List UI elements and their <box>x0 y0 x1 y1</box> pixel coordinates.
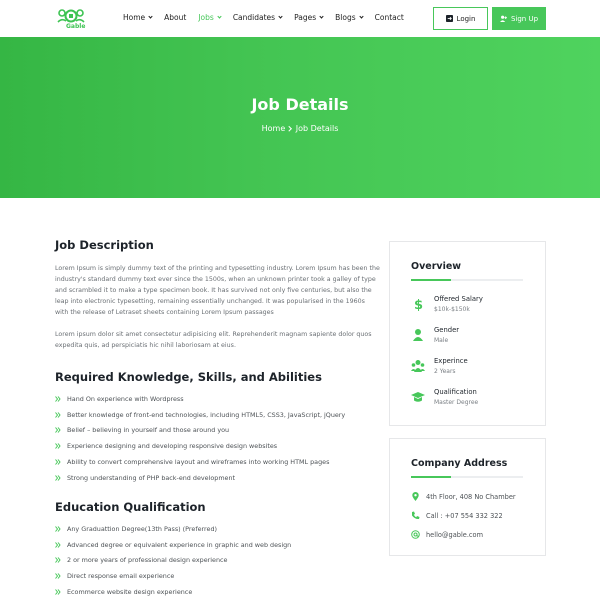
svg-text:$: $ <box>414 298 423 311</box>
list-item: Ability to convert comprehensive layout … <box>55 454 385 470</box>
menu-item-pages[interactable]: Pages <box>294 13 324 22</box>
company-address-heading: Company Address <box>411 458 508 469</box>
job-description-paragraph: Lorem ipsum dolor sit amet consectetur a… <box>55 331 372 349</box>
login-button[interactable]: Login <box>433 7 488 30</box>
logo-text: Gable <box>66 23 86 30</box>
overview-item-salary: $ Offered Salary $10k-$150k <box>411 295 531 319</box>
heading-underline <box>411 476 523 478</box>
page-banner: Job Details Home Job Details <box>0 37 600 198</box>
experience-icon <box>411 360 425 372</box>
list-item: Any Graduattion Degree(13th Pass) (Prefe… <box>55 521 385 537</box>
menu-item-contact[interactable]: Contact <box>375 13 404 22</box>
job-description-heading: Job Description <box>55 238 154 252</box>
overview-card: Overview $ Offered Salary $10k-$150k Gen… <box>389 241 546 426</box>
double-chevron-right-icon <box>55 411 61 418</box>
double-chevron-right-icon <box>55 459 61 465</box>
knowledge-heading: Required Knowledge, Skills, and Abilitie… <box>55 370 322 384</box>
chevron-down-icon <box>278 14 283 19</box>
company-address-card: Company Address 4th Floor, 408 No Chambe… <box>389 438 546 556</box>
list-item: Experience designing and developing resp… <box>55 438 385 454</box>
double-chevron-right-icon <box>55 541 61 548</box>
double-chevron-right-icon <box>55 427 61 434</box>
list-item: Belief – believing in yourself and those… <box>55 423 385 439</box>
list-item: Advanced degree or equivalent experience… <box>55 537 385 553</box>
main-menu: Home About Jobs Candidates Pages Blogs C… <box>123 13 404 22</box>
double-chevron-right-icon <box>55 443 61 450</box>
double-chevron-right-icon <box>55 475 61 481</box>
list-item: Direct response email experience <box>55 568 385 584</box>
gender-icon <box>413 329 423 341</box>
chevron-down-icon <box>217 14 222 19</box>
location-pin-icon <box>412 492 419 501</box>
breadcrumb-home-link[interactable]: Home <box>262 124 286 133</box>
address-location: 4th Floor, 408 No Chamber <box>411 492 516 501</box>
list-item: 2 or more years of professional design e… <box>55 553 385 569</box>
knowledge-list: Hand On experience with Wordpress Better… <box>55 391 385 486</box>
list-item: Better knowledge of front-end technologi… <box>55 407 385 423</box>
list-item: Ecommerce website design experience <box>55 584 385 600</box>
overview-heading: Overview <box>411 261 462 272</box>
double-chevron-right-icon <box>55 526 61 532</box>
overview-item-gender: Gender Male <box>411 326 531 350</box>
dollar-icon: $ <box>414 298 423 311</box>
login-icon <box>445 15 453 22</box>
double-chevron-right-icon <box>55 396 61 402</box>
menu-item-blogs[interactable]: Blogs <box>335 13 364 22</box>
double-chevron-right-icon <box>55 557 61 564</box>
phone-icon <box>412 511 420 520</box>
double-chevron-right-icon <box>55 573 61 580</box>
address-email[interactable]: hello@gable.com <box>411 530 483 539</box>
page-title: Job Details <box>251 95 349 114</box>
chevron-down-icon <box>319 14 324 19</box>
list-item: Strong understanding of PHP back-end dev… <box>55 470 385 486</box>
education-list: Any Graduattion Degree(13th Pass) (Prefe… <box>55 521 385 600</box>
double-chevron-right-icon <box>55 589 61 595</box>
signup-button[interactable]: Sign Up <box>492 7 546 30</box>
menu-item-home[interactable]: Home <box>123 13 153 22</box>
at-sign-icon <box>411 530 420 539</box>
user-plus-icon <box>499 15 507 22</box>
education-heading: Education Qualification <box>55 500 206 514</box>
heading-underline <box>411 279 523 281</box>
address-phone[interactable]: Call : +07 554 332 322 <box>411 511 503 520</box>
graduation-cap-icon <box>411 392 425 402</box>
chevron-down-icon <box>359 14 364 19</box>
menu-item-about[interactable]: About <box>164 13 186 22</box>
list-item: Hand On experience with Wordpress <box>55 391 385 407</box>
overview-item-experience: Experince 2 Years <box>411 357 531 381</box>
menu-item-jobs[interactable]: Jobs <box>198 13 222 22</box>
chevron-right-icon <box>286 125 292 131</box>
top-navbar: Gable Home About Jobs Candidates Pages B… <box>0 0 600 37</box>
chevron-down-icon <box>148 14 153 19</box>
breadcrumb: Home Job Details <box>0 124 600 133</box>
breadcrumb-current: Job Details <box>295 124 339 133</box>
menu-item-candidates[interactable]: Candidates <box>233 13 283 22</box>
overview-item-qualification: Qualification Master Degree <box>411 388 531 412</box>
job-description-paragraph: Lorem Ipsum is simply dummy text of the … <box>55 265 380 316</box>
